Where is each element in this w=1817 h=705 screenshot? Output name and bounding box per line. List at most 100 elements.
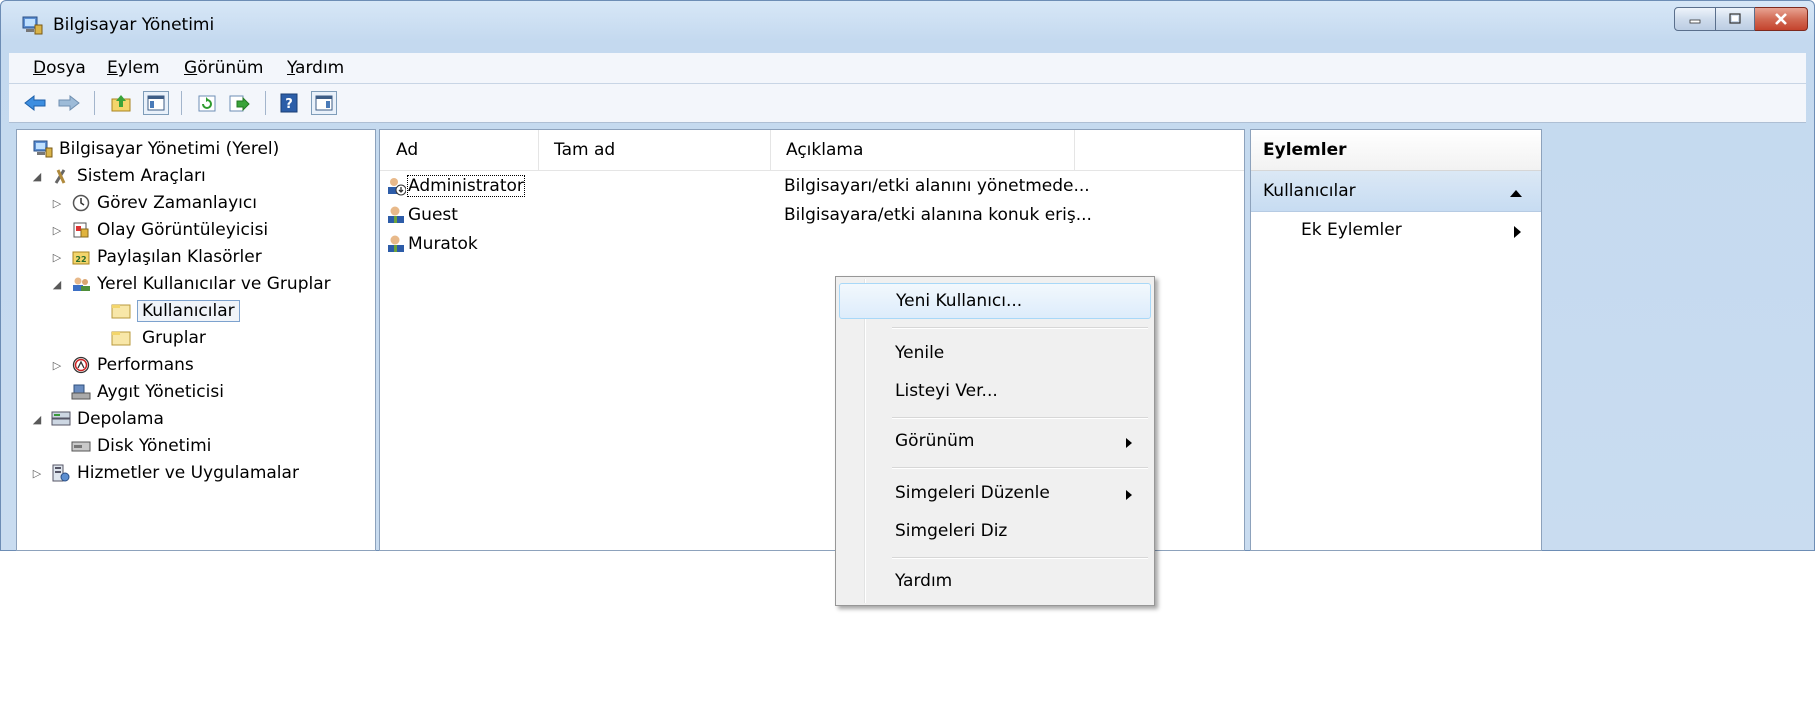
forward-arrow-icon <box>58 94 80 112</box>
refresh-button[interactable] <box>195 91 219 115</box>
tree-node-system-tools[interactable]: ◢ Sistem Araçları <box>31 163 206 189</box>
column-header-ad[interactable]: Ad <box>380 130 539 170</box>
show-hide-action-pane-button[interactable] <box>311 91 337 115</box>
tree-node-local-users-groups[interactable]: ◢ Yerel Kullanıcılar ve Gruplar <box>51 271 331 297</box>
menu-item-label: Yenile <box>895 343 945 363</box>
export-list-icon <box>229 95 250 112</box>
collapse-arrow-icon[interactable]: ◢ <box>31 413 43 426</box>
computer-management-icon <box>21 16 43 36</box>
storage-icon <box>51 409 71 429</box>
forward-button[interactable] <box>57 91 81 115</box>
tree-node-shared-folders[interactable]: ▷ 22 Paylaşılan Klasörler <box>51 244 262 270</box>
column-header-aciklama[interactable]: Açıklama <box>770 130 1075 170</box>
collapse-arrow-icon[interactable]: ◢ <box>51 278 63 291</box>
tree-node-storage[interactable]: ◢ Depolama <box>31 406 164 432</box>
menu-yardim[interactable]: Yardım <box>287 58 344 78</box>
user-name: Muratok <box>408 234 478 254</box>
submenu-arrow-icon <box>1125 434 1133 454</box>
expand-arrow-icon[interactable]: ▷ <box>51 197 63 210</box>
menu-item-label: Yeni Kullanıcı... <box>896 291 1023 311</box>
minimize-icon <box>1689 19 1701 24</box>
menu-gorunum-accel: G <box>184 58 198 78</box>
toolbar: ? <box>9 84 1806 123</box>
tree-node-label: Görev Zamanlayıcı <box>97 193 257 213</box>
expand-arrow-icon[interactable]: ▷ <box>51 224 63 237</box>
tree-node-task-scheduler[interactable]: ▷ Görev Zamanlayıcı <box>51 190 257 216</box>
maximize-icon <box>1729 13 1741 24</box>
tree-node-disk-management[interactable]: Disk Yönetimi <box>71 433 211 459</box>
menu-item-label: Yardım <box>895 571 953 591</box>
user-icon <box>386 205 406 225</box>
tree-node-groups[interactable]: Gruplar <box>111 325 206 351</box>
actions-header: Eylemler <box>1251 130 1541 171</box>
performance-gauge-icon <box>71 355 91 375</box>
list-item[interactable]: Administrator Bilgisayarı/etki alanını y… <box>386 172 1090 200</box>
user-description: Bilgisayarı/etki alanını yönetmede... <box>784 176 1090 196</box>
export-list-button[interactable] <box>227 91 251 115</box>
folder-icon <box>111 301 131 321</box>
menu-eylem-label: ylem <box>117 58 160 78</box>
tools-icon <box>51 166 71 186</box>
up-folder-icon <box>111 95 131 112</box>
caption-buttons <box>1674 7 1808 31</box>
maximize-button[interactable] <box>1716 7 1755 31</box>
tree-node-users[interactable]: Kullanıcılar <box>111 298 240 324</box>
tree-node-event-viewer[interactable]: ▷ Olay Görüntüleyicisi <box>51 217 268 243</box>
tree-node-root[interactable]: Bilgisayar Yönetimi (Yerel) <box>33 136 279 162</box>
context-menu: Yeni Kullanıcı... Yenile Listeyi Ver... … <box>835 276 1155 606</box>
expand-arrow-icon[interactable]: ▷ <box>31 467 43 480</box>
show-hide-console-tree-button[interactable] <box>143 91 169 115</box>
column-header-tam-ad[interactable]: Tam ad <box>538 130 771 170</box>
expand-arrow-icon[interactable]: ▷ <box>51 359 63 372</box>
help-button[interactable]: ? <box>277 91 301 115</box>
tree-node-device-manager[interactable]: Aygıt Yöneticisi <box>71 379 224 405</box>
tree-node-label: Gruplar <box>142 328 206 348</box>
title-bar: Bilgisayar Yönetimi <box>1 1 1814 51</box>
back-button[interactable] <box>23 91 47 115</box>
help-icon: ? <box>280 93 298 113</box>
minimize-button[interactable] <box>1674 7 1716 31</box>
menu-item-export-list[interactable]: Listeyi Ver... <box>839 373 1151 409</box>
menu-dosya-label: osya <box>46 58 86 78</box>
menu-yardim-label: ardım <box>295 58 345 78</box>
menu-item-line-up-icons[interactable]: Simgeleri Diz <box>839 513 1151 549</box>
close-button[interactable] <box>1755 7 1808 31</box>
collapse-arrow-icon[interactable]: ◢ <box>31 170 43 183</box>
actions-item-label: Ek Eylemler <box>1301 220 1402 240</box>
expand-arrow-icon[interactable]: ▷ <box>51 251 63 264</box>
menu-item-refresh[interactable]: Yenile <box>839 335 1151 371</box>
tree-node-label: Olay Görüntüleyicisi <box>97 220 269 240</box>
tree-node-label: Hizmetler ve Uygulamalar <box>77 463 299 483</box>
list-item[interactable]: Muratok <box>386 230 478 258</box>
tree-node-label: Aygıt Yöneticisi <box>97 382 224 402</box>
tree-node-label: Yerel Kullanıcılar ve Gruplar <box>97 274 331 294</box>
show-hide-action-pane-icon <box>315 95 333 111</box>
clock-icon <box>71 193 91 213</box>
refresh-icon <box>198 95 216 112</box>
menu-gorunum[interactable]: Görünüm <box>184 58 263 78</box>
user-icon <box>386 234 406 254</box>
collapse-up-icon[interactable] <box>1509 183 1523 203</box>
menu-item-arrange-icons[interactable]: Simgeleri Düzenle <box>839 475 1151 511</box>
tree-node-services-apps[interactable]: ▷ Hizmetler ve Uygulamalar <box>31 460 299 486</box>
users-groups-icon <box>71 274 91 294</box>
tree-node-label: Paylaşılan Klasörler <box>97 247 262 267</box>
tree-node-label: Kullanıcılar <box>137 300 240 322</box>
list-column-header: Ad Tam ad Açıklama <box>380 130 1244 171</box>
user-description: Bilgisayara/etki alanına konuk eriş... <box>784 205 1092 225</box>
tree-node-performance[interactable]: ▷ Performans <box>51 352 194 378</box>
menu-bar: Dosya Eylem Görünüm Yardım <box>9 53 1806 84</box>
menu-separator <box>892 327 1148 329</box>
menu-item-view[interactable]: Görünüm <box>839 423 1151 459</box>
menu-item-new-user[interactable]: Yeni Kullanıcı... <box>839 283 1151 319</box>
actions-item-more[interactable]: Ek Eylemler <box>1251 212 1541 248</box>
menu-dosya[interactable]: Dosya <box>33 58 86 78</box>
tree-node-label: Performans <box>97 355 194 375</box>
up-one-level-button[interactable] <box>109 91 133 115</box>
menu-item-help[interactable]: Yardım <box>839 563 1151 599</box>
submenu-arrow-icon <box>1513 224 1523 244</box>
actions-section-users[interactable]: Kullanıcılar <box>1251 171 1541 212</box>
back-arrow-icon <box>24 94 46 112</box>
menu-eylem[interactable]: Eylem <box>107 58 160 78</box>
list-item[interactable]: Guest Bilgisayara/etki alanına konuk eri… <box>386 201 1092 229</box>
